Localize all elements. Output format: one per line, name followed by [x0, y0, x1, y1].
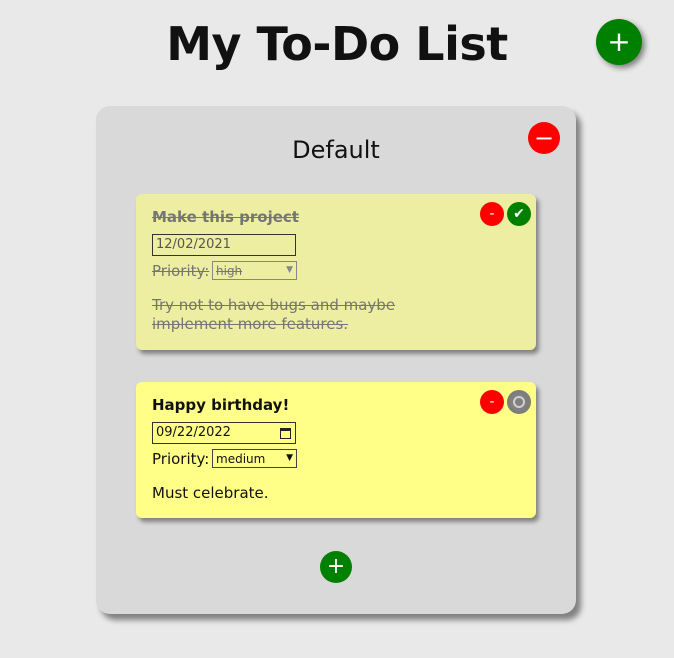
todo-card: - ✔ Make this project 12/02/2021 Priorit… — [136, 194, 536, 350]
todo-notes[interactable]: Try not to have bugs and maybe implement… — [152, 296, 472, 334]
add-todo-button[interactable]: + — [320, 551, 352, 583]
due-date-input[interactable]: 09/22/2022 — [152, 422, 296, 444]
priority-value: medium — [216, 451, 266, 466]
delete-todo-button[interactable]: - — [480, 202, 504, 226]
minus-icon: - — [489, 394, 495, 410]
todo-title[interactable]: Make this project — [152, 208, 299, 226]
add-list-button[interactable]: + — [596, 19, 642, 65]
priority-label: Priority: — [152, 262, 210, 280]
calendar-icon[interactable] — [280, 427, 291, 439]
priority-select[interactable]: high ▼ — [212, 261, 297, 280]
list-title: Default — [292, 136, 380, 164]
priority-value: high — [216, 263, 243, 278]
priority-label: Priority: — [152, 450, 210, 468]
complete-toggle-button[interactable] — [507, 390, 531, 414]
due-date-input[interactable]: 12/02/2021 — [152, 234, 296, 256]
complete-toggle-button[interactable]: ✔ — [507, 202, 531, 226]
priority-select[interactable]: medium ▼ — [212, 449, 297, 468]
due-date-value: 09/22/2022 — [156, 425, 231, 440]
chevron-down-icon: ▼ — [286, 453, 293, 463]
todo-card: - Happy birthday! 09/22/2022 Priority: m… — [136, 382, 536, 518]
delete-list-button[interactable]: − — [528, 122, 560, 154]
minus-icon: − — [533, 124, 555, 152]
todo-title[interactable]: Happy birthday! — [152, 396, 289, 414]
plus-icon: + — [326, 554, 346, 579]
minus-icon: - — [489, 206, 495, 222]
delete-todo-button[interactable]: - — [480, 390, 504, 414]
todo-notes[interactable]: Must celebrate. — [152, 484, 472, 503]
todo-list-card: Default − - ✔ Make this project 12/02/20… — [96, 106, 576, 614]
page-title: My To-Do List — [166, 17, 508, 71]
plus-icon: + — [607, 25, 631, 58]
due-date-value: 12/02/2021 — [156, 237, 231, 252]
circle-icon — [513, 396, 525, 408]
chevron-down-icon: ▼ — [286, 265, 293, 275]
checkmark-icon: ✔ — [513, 206, 525, 222]
